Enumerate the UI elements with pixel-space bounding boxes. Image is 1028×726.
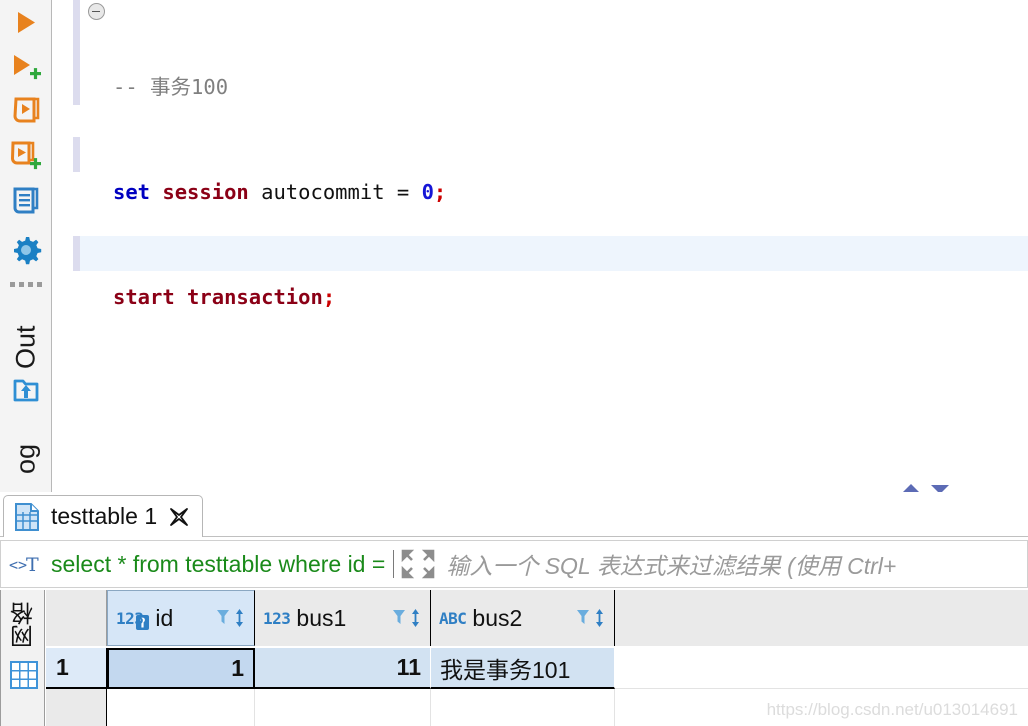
cell-id[interactable] xyxy=(107,689,255,726)
result-grid-icon xyxy=(15,502,39,531)
grid-presentation-button[interactable] xyxy=(9,660,39,695)
cell-bus1[interactable]: 11 xyxy=(255,648,431,689)
column-type-badge: 123 xyxy=(263,608,291,628)
column-type-badge: ABC xyxy=(439,608,467,628)
cell-bus2[interactable]: 我是事务101 xyxy=(431,648,615,689)
code-line-comment[interactable]: -- 事务100 xyxy=(113,70,1028,105)
play-triangle-icon xyxy=(18,12,35,33)
next-statement-arrow[interactable] xyxy=(931,485,949,492)
tab-title: testtable 1 xyxy=(51,503,158,529)
column-name: bus2 xyxy=(472,604,523,631)
execute-script-button[interactable] xyxy=(0,90,52,132)
previous-statement-arrow[interactable] xyxy=(902,484,920,492)
explain-plan-button[interactable] xyxy=(0,180,52,222)
statement-block-marker xyxy=(73,137,80,172)
row-number[interactable] xyxy=(46,689,107,726)
export-panel-button[interactable] xyxy=(0,368,52,410)
table-row[interactable]: 1 1 11 我是事务101 xyxy=(46,648,1028,689)
filter-placeholder-text: 输入一个 SQL 表达式来过滤结果 (使用 Ctrl+ xyxy=(446,553,897,579)
grid-header-row: 123 id 123 bus1 ABC bus2 xyxy=(46,590,1028,646)
expand-arrows-icon[interactable] xyxy=(400,548,436,580)
dbeaver-sql-editor-window: Out og -- 事务100 set session autocommit =… xyxy=(0,0,1028,726)
play-plus-icon xyxy=(14,55,41,80)
result-grid[interactable]: 123 id 123 bus1 ABC bus2 1 1 11 我是事务101 xyxy=(46,590,1028,726)
plan-document-icon xyxy=(13,187,39,214)
editor-gutter xyxy=(53,0,80,492)
filter-text-caret xyxy=(393,550,395,578)
gear-icon xyxy=(14,237,42,265)
grid-presentation-label[interactable]: 网格 xyxy=(1,594,46,656)
svg-text:<>: <> xyxy=(9,556,27,574)
cell-filler xyxy=(615,648,1028,689)
result-filter-bar[interactable]: <> T select * from testtable where id = … xyxy=(0,540,1028,588)
table-row[interactable] xyxy=(46,689,1028,726)
column-type-badge: 123 xyxy=(116,608,144,628)
execute-new-tab-button[interactable] xyxy=(0,46,52,90)
column-name: id xyxy=(155,604,174,631)
cell-bus2[interactable] xyxy=(431,689,615,726)
sql-settings-button[interactable] xyxy=(0,228,52,272)
code-fold-toggle[interactable] xyxy=(88,3,105,20)
export-upload-icon xyxy=(13,379,39,402)
column-name: bus1 xyxy=(296,604,347,631)
code-line-blank[interactable] xyxy=(113,385,1028,420)
sort-icon[interactable] xyxy=(409,607,422,629)
sort-icon[interactable] xyxy=(233,607,246,629)
cell-filler xyxy=(615,689,1028,726)
code-line-start-transaction[interactable]: start transaction; xyxy=(113,280,1028,315)
column-header-bus1[interactable]: 123 bus1 xyxy=(255,590,431,646)
filter-icon[interactable] xyxy=(391,607,407,629)
result-grid-panel: 网格 123 id 123 bus1 ABC bus2 1 1 11 我是事务1… xyxy=(0,590,1028,726)
row-number[interactable]: 1 xyxy=(46,648,107,689)
log-panel-label[interactable]: og xyxy=(0,430,52,488)
toolbar-divider-dots xyxy=(10,281,42,287)
script-play-plus-icon xyxy=(10,141,41,170)
filter-expression-text[interactable]: select * from testtable where id = xyxy=(51,551,385,578)
pin-close-icon[interactable] xyxy=(168,506,190,528)
column-header-filler xyxy=(615,590,1028,646)
execute-script-new-tab-button[interactable] xyxy=(0,134,52,178)
cell-id[interactable]: 1 xyxy=(107,648,255,689)
sql-code-text[interactable]: -- 事务100 set session autocommit = 0; sta… xyxy=(113,0,1028,492)
cell-bus1[interactable] xyxy=(255,689,431,726)
results-tab-strip: testtable 1 xyxy=(0,492,1028,537)
sort-icon[interactable] xyxy=(593,607,606,629)
column-header-bus2[interactable]: ABC bus2 xyxy=(431,590,615,646)
svg-text:T: T xyxy=(26,554,39,576)
grid-corner-cell[interactable] xyxy=(46,590,107,646)
grid-icon xyxy=(10,661,38,689)
left-vertical-toolbar: Out og xyxy=(0,0,52,492)
tab-testtable-1[interactable]: testtable 1 xyxy=(3,495,204,537)
filter-icon[interactable] xyxy=(215,607,231,629)
statement-block-marker xyxy=(73,0,80,105)
column-header-id[interactable]: 123 id xyxy=(107,590,255,646)
script-play-icon xyxy=(13,97,40,123)
statement-block-marker xyxy=(73,236,80,271)
sql-text-filter-icon[interactable]: <> T xyxy=(9,551,45,577)
sql-editor-area[interactable]: -- 事务100 set session autocommit = 0; sta… xyxy=(53,0,1028,492)
execute-statement-button[interactable] xyxy=(0,2,52,44)
code-line-set-session[interactable]: set session autocommit = 0; xyxy=(113,175,1028,210)
grid-presentation-rail: 网格 xyxy=(0,590,45,726)
filter-icon[interactable] xyxy=(575,607,591,629)
